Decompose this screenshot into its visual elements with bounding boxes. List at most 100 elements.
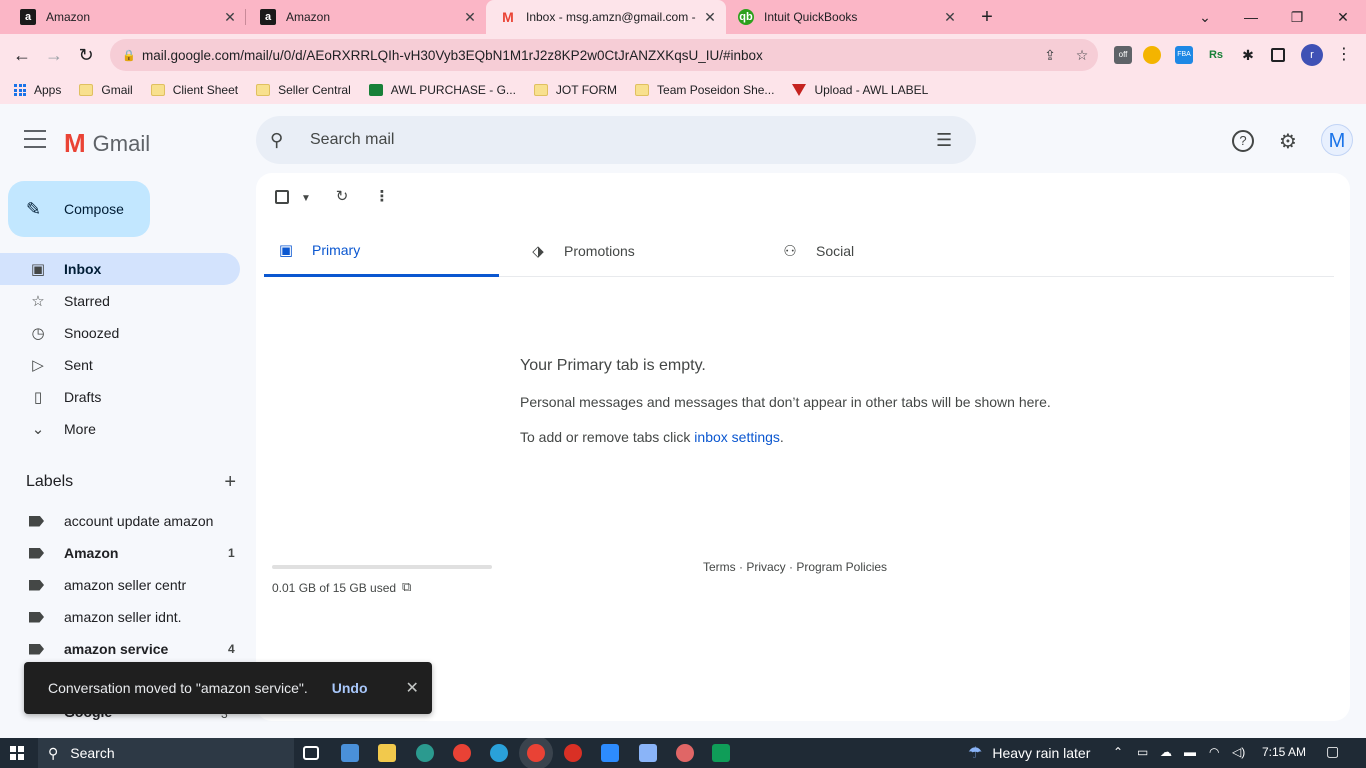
weather-widget[interactable]: ☂ Heavy rain later xyxy=(968,743,1090,763)
bookmark-jot-form[interactable]: JOT FORM xyxy=(533,83,618,97)
nav-item-more[interactable]: ⌄ More xyxy=(0,413,240,445)
task-view-icon[interactable] xyxy=(303,746,319,760)
label-item[interactable]: amazon service 4 xyxy=(0,633,256,665)
compose-button[interactable]: ✎ Compose xyxy=(8,181,150,237)
bookmark-gmail[interactable]: Gmail xyxy=(79,83,133,97)
extension-fba-icon[interactable]: FBA xyxy=(1175,46,1193,64)
empty-state-message: Personal messages and messages that don’… xyxy=(520,394,1051,410)
minimize-icon[interactable]: — xyxy=(1228,4,1274,30)
settings-gear-icon[interactable]: ⚙ xyxy=(1276,130,1300,154)
help-icon[interactable]: ? xyxy=(1232,130,1254,152)
close-tab-icon[interactable]: ✕ xyxy=(462,9,478,26)
close-tab-icon[interactable]: ✕ xyxy=(702,9,718,26)
close-window-icon[interactable]: ✕ xyxy=(1320,4,1366,30)
tab-search-chevron-icon[interactable]: ⌄ xyxy=(1182,4,1228,30)
wifi-icon[interactable]: ◠ xyxy=(1209,745,1219,759)
select-all-checkbox[interactable] xyxy=(275,190,289,204)
tray-app-icon[interactable]: ▭ xyxy=(1137,745,1148,759)
create-label-plus-icon[interactable]: + xyxy=(224,471,236,494)
chrome-profile-icon[interactable] xyxy=(564,744,582,762)
bookmark-team-poseidon[interactable]: Team Poseidon She... xyxy=(635,83,774,97)
windows-start-icon[interactable] xyxy=(10,746,24,760)
extension-off-icon[interactable]: off xyxy=(1114,46,1132,64)
label-item[interactable]: amazon seller idnt. xyxy=(0,601,256,633)
bookmark-apps[interactable]: Apps xyxy=(14,83,61,97)
bookmark-upload-awl-label[interactable]: Upload - AWL LABEL xyxy=(792,83,928,97)
app-icon[interactable] xyxy=(676,744,694,762)
nav-item-starred[interactable]: ☆ Starred xyxy=(0,285,240,317)
tray-chevron-icon[interactable]: ⌃ xyxy=(1113,745,1123,759)
gmail-header: M Gmail ⚲ Search mail ☰ ? ⚙ M xyxy=(0,104,1366,176)
side-panel-icon[interactable] xyxy=(1271,48,1285,62)
undo-button[interactable]: Undo xyxy=(332,680,368,696)
search-input[interactable]: Search mail xyxy=(310,131,936,149)
close-tab-icon[interactable]: ✕ xyxy=(222,9,238,26)
inbox-settings-link[interactable]: inbox settings xyxy=(694,429,780,445)
close-tab-icon[interactable]: ✕ xyxy=(942,9,958,26)
address-bar[interactable]: 🔒 mail.google.com/mail/u/0/d/AEoRXRRLQIh… xyxy=(110,39,1098,71)
restore-icon[interactable]: ❐ xyxy=(1274,4,1320,30)
tab-social[interactable]: ⚇ Social xyxy=(768,225,1003,277)
new-tab-icon[interactable]: + xyxy=(975,6,999,28)
quickbooks-favicon-icon: qb xyxy=(738,9,754,25)
browser-tab-amazon-1[interactable]: a Amazon ✕ xyxy=(0,0,246,34)
nav-item-snoozed[interactable]: ◷ Snoozed xyxy=(0,317,240,349)
telegram-icon[interactable] xyxy=(490,744,508,762)
bookmark-seller-central[interactable]: Seller Central xyxy=(256,83,351,97)
open-in-new-icon[interactable]: ⧉ xyxy=(402,579,411,595)
taskbar-search[interactable]: ⚲ Search xyxy=(38,738,294,768)
reload-icon[interactable]: ↻ xyxy=(73,42,99,68)
forward-arrow-icon[interactable]: → xyxy=(41,42,67,68)
select-dropdown-caret-icon[interactable]: ▼ xyxy=(296,189,316,209)
search-icon[interactable]: ⚲ xyxy=(270,130,294,151)
bookmark-awl-purchase[interactable]: AWL PURCHASE - G... xyxy=(368,83,516,97)
browser-menu-icon[interactable]: ⋮ xyxy=(1336,44,1352,64)
search-bar[interactable]: ⚲ Search mail ☰ xyxy=(256,116,976,164)
url-text[interactable]: mail.google.com/mail/u/0/d/AEoRXRRLQIh-v… xyxy=(142,48,1034,63)
taskbar-clock[interactable]: 7:15 AM xyxy=(1262,745,1306,759)
main-menu-icon[interactable] xyxy=(24,130,46,148)
store-icon[interactable] xyxy=(341,744,359,762)
onedrive-cloud-icon[interactable]: ☁ xyxy=(1160,745,1172,759)
file-explorer-icon[interactable] xyxy=(378,744,396,762)
gmail-logo[interactable]: M Gmail xyxy=(64,128,150,159)
close-snackbar-icon[interactable]: ✕ xyxy=(406,678,419,698)
label-tag-icon xyxy=(29,547,44,559)
nav-item-sent[interactable]: ▷ Sent xyxy=(0,349,240,381)
refresh-icon[interactable]: ↻ xyxy=(332,187,352,207)
nav-item-drafts[interactable]: ▯ Drafts xyxy=(0,381,240,413)
search-options-icon[interactable]: ☰ xyxy=(936,130,976,151)
label-item[interactable]: account update amazon xyxy=(0,505,256,537)
chrome-active-icon[interactable] xyxy=(527,744,545,762)
browser-tab-quickbooks[interactable]: qb Intuit QuickBooks ✕ xyxy=(726,0,966,34)
browser-profile-avatar[interactable]: r xyxy=(1301,44,1323,66)
zoom-icon[interactable] xyxy=(601,744,619,762)
inbox-tab-icon: ▣ xyxy=(278,241,294,259)
browser-tab-gmail[interactable]: M Inbox - msg.amzn@gmail.com - ✕ xyxy=(486,0,726,34)
browser-tab-amazon-2[interactable]: a Amazon ✕ xyxy=(246,0,486,34)
tab-title: Inbox - msg.amzn@gmail.com - xyxy=(526,10,696,24)
bookmark-label: JOT FORM xyxy=(555,83,618,97)
notepad-icon[interactable] xyxy=(639,744,657,762)
account-avatar[interactable]: M xyxy=(1321,124,1353,156)
extension-rs-icon[interactable]: Rs xyxy=(1207,46,1225,64)
extension-circle-icon[interactable] xyxy=(1143,46,1161,64)
battery-icon[interactable]: ▬ xyxy=(1184,745,1196,759)
bookmark-star-icon[interactable]: ☆ xyxy=(1066,47,1098,64)
edge-icon[interactable] xyxy=(416,744,434,762)
back-arrow-icon[interactable]: ← xyxy=(9,42,35,68)
nav-item-inbox[interactable]: ▣ Inbox xyxy=(0,253,240,285)
tab-primary[interactable]: ▣ Primary xyxy=(264,225,499,277)
volume-icon[interactable]: ◁) xyxy=(1232,745,1245,759)
extensions-puzzle-icon[interactable]: ✱ xyxy=(1239,46,1257,64)
footer-links[interactable]: Terms · Privacy · Program Policies xyxy=(703,560,887,574)
chrome-icon[interactable] xyxy=(453,744,471,762)
notifications-icon[interactable]: ▢ xyxy=(1326,743,1339,760)
tab-promotions[interactable]: ⬗ Promotions xyxy=(516,225,751,277)
share-icon[interactable]: ⇪ xyxy=(1034,47,1066,64)
label-item[interactable]: Amazon 1 xyxy=(0,537,256,569)
label-item[interactable]: amazon seller centr xyxy=(0,569,256,601)
more-actions-icon[interactable]: ⋮ xyxy=(372,187,392,207)
bookmark-client-sheet[interactable]: Client Sheet xyxy=(150,83,238,97)
sheets-app-icon[interactable] xyxy=(712,744,730,762)
